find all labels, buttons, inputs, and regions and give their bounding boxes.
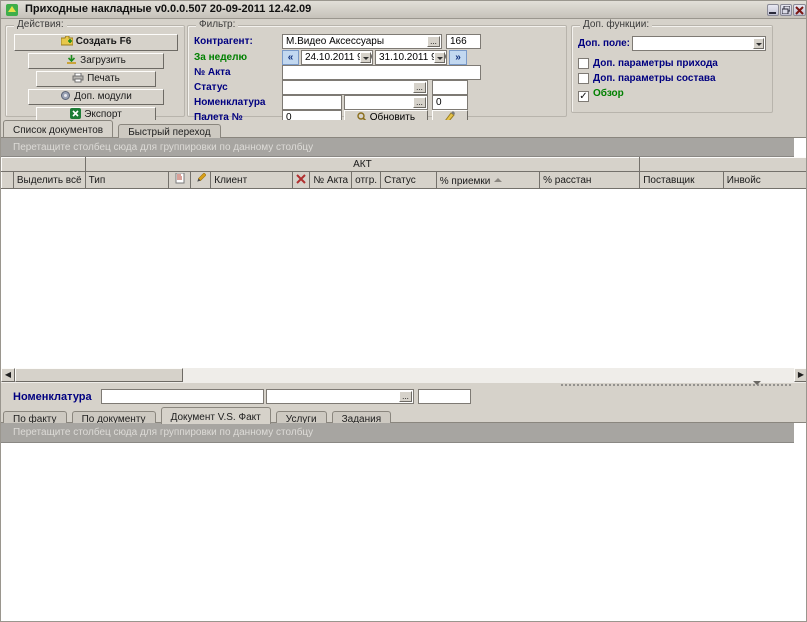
next-week-button[interactable]: » xyxy=(449,50,467,65)
extras-legend: Доп. функции: xyxy=(580,19,652,30)
band-empty-left xyxy=(2,158,86,172)
create-button[interactable]: Создать F6 xyxy=(14,34,178,51)
nomenclature-count-field[interactable]: 0 xyxy=(432,95,468,110)
window-title: Приходные накладные v0.0.0.507 20-09-201… xyxy=(25,3,311,15)
extra-params-income-option[interactable]: Доп. параметры прихода xyxy=(578,58,718,70)
status-field[interactable]: ... xyxy=(282,80,428,95)
extra-field-label: Доп. поле: xyxy=(578,38,630,49)
sort-asc-icon xyxy=(494,174,502,182)
scroll-left-icon[interactable]: ◀ xyxy=(1,368,15,382)
column-header-8[interactable]: отгр. xyxy=(352,172,381,189)
contragent-count-field[interactable]: 166 xyxy=(446,34,481,49)
contragent-label: Контрагент: xyxy=(194,36,253,47)
band-empty-right xyxy=(640,158,807,172)
checkbox-content[interactable] xyxy=(578,73,589,84)
date-to-dropdown-icon[interactable] xyxy=(434,52,445,63)
column-header-11[interactable]: % расстан xyxy=(540,172,640,189)
group-by-panel-top[interactable]: Перетащите столбец сюда для группировки … xyxy=(1,138,794,157)
top-tabs: Список документов Быстрый переход xyxy=(1,120,807,138)
act-no-field[interactable] xyxy=(282,65,481,80)
nomenclature-panel-label: Номенклатура xyxy=(13,391,92,403)
checkbox-overview[interactable]: ✓ xyxy=(578,91,589,102)
checkbox-income[interactable] xyxy=(578,58,589,69)
contragent-field[interactable]: М.Видео Аксессуары... xyxy=(282,34,442,49)
scroll-right-icon[interactable]: ▶ xyxy=(794,368,807,382)
column-header-0[interactable] xyxy=(2,172,14,189)
nomenclature-search-field-1[interactable] xyxy=(101,389,264,404)
download-icon xyxy=(66,55,77,69)
contragent-lookup-button[interactable]: ... xyxy=(427,36,440,47)
modules-button[interactable]: Доп. модули xyxy=(28,89,164,105)
column-header-9[interactable]: Статус xyxy=(381,172,437,189)
nomenclature-lookup-button[interactable]: ... xyxy=(413,97,426,108)
extra-params-content-option[interactable]: Доп. параметры состава xyxy=(578,73,716,85)
printer-icon xyxy=(72,73,84,87)
column-header-2[interactable]: Тип xyxy=(85,172,169,189)
toolbar-panel: Действия: Создать F6 Загрузить Печать До… xyxy=(1,19,807,120)
documents-table: АКТВыделить всёТип Клиент № Актаотгр.Стату… xyxy=(1,157,807,189)
app-icon xyxy=(5,3,19,20)
filter-groupbox: Фильтр: Контрагент: М.Видео Аксессуары..… xyxy=(187,25,567,117)
column-header-pencil-icon[interactable] xyxy=(191,172,211,189)
nomenclature-field-1[interactable] xyxy=(282,95,342,110)
tab-doc-vs-fact[interactable]: Документ V.S. Факт xyxy=(161,407,271,424)
folder-plus-icon xyxy=(61,36,73,50)
status-count-field[interactable] xyxy=(432,80,468,95)
horizontal-scrollbar[interactable]: ◀ ▶ xyxy=(1,368,807,383)
gear-icon xyxy=(60,90,71,105)
print-button[interactable]: Печать xyxy=(36,71,156,87)
column-header-doc-icon[interactable] xyxy=(169,172,191,189)
nomenclature-field-2[interactable]: ... xyxy=(344,95,428,110)
status-lookup-button[interactable]: ... xyxy=(413,82,426,93)
prev-week-button[interactable]: « xyxy=(282,50,299,65)
close-button[interactable] xyxy=(793,4,806,16)
act-no-label: № Акта xyxy=(194,67,231,78)
column-header-delete-icon[interactable] xyxy=(293,172,310,189)
date-from-dropdown-icon[interactable] xyxy=(360,52,371,63)
restore-button[interactable] xyxy=(780,4,792,16)
column-header-5[interactable]: Клиент xyxy=(211,172,293,189)
date-from-field[interactable]: 24.10.2011 9:00:00 xyxy=(301,50,373,65)
tab-quick-jump[interactable]: Быстрый переход xyxy=(118,124,220,139)
column-header-10[interactable]: % приемки xyxy=(436,172,539,189)
items-grid-area: Перетащите столбец сюда для группировки … xyxy=(1,423,807,622)
actions-legend: Действия: xyxy=(14,19,67,30)
minimize-button[interactable] xyxy=(767,4,779,16)
actions-groupbox: Действия: Создать F6 Загрузить Печать До… xyxy=(5,25,185,117)
overview-option[interactable]: ✓Обзор xyxy=(578,88,624,100)
combobox-arrow-icon[interactable] xyxy=(753,38,764,49)
bottom-tabs: По факту По документу Документ V.S. Факт… xyxy=(1,407,807,423)
extras-groupbox: Доп. функции: Доп. поле: Доп. параметры … xyxy=(571,25,773,113)
nomenclature-search-lookup-button[interactable]: ... xyxy=(399,391,412,402)
app-window: Приходные накладные v0.0.0.507 20-09-201… xyxy=(0,0,807,622)
column-header-7[interactable]: № Акта xyxy=(310,172,352,189)
extra-field-combobox[interactable] xyxy=(632,36,766,51)
nomenclature-panel: Номенклатура ... xyxy=(1,387,794,407)
title-bar: Приходные накладные v0.0.0.507 20-09-201… xyxy=(1,1,807,19)
week-label: За неделю xyxy=(194,52,247,63)
date-to-field[interactable]: 31.10.2011 9:00:00 xyxy=(375,50,447,65)
status-label: Статус xyxy=(194,82,228,93)
load-button[interactable]: Загрузить xyxy=(28,53,164,69)
band-akt: АКТ xyxy=(85,158,640,172)
documents-grid-area: Перетащите столбец сюда для группировки … xyxy=(1,138,807,368)
nomenclature-search-field-3[interactable] xyxy=(418,389,471,404)
nomenclature-label: Номенклатура xyxy=(194,97,265,108)
nomenclature-search-field-2[interactable]: ... xyxy=(266,389,414,404)
scrollbar-thumb[interactable] xyxy=(15,368,183,382)
column-header-1[interactable]: Выделить всё xyxy=(13,172,85,189)
filter-legend: Фильтр: xyxy=(196,19,238,30)
group-by-panel-bottom[interactable]: Перетащите столбец сюда для группировки … xyxy=(1,423,794,443)
column-header-13[interactable]: Инвойс xyxy=(723,172,807,189)
tab-document-list[interactable]: Список документов xyxy=(3,120,113,137)
column-header-12[interactable]: Поставщик xyxy=(640,172,724,189)
